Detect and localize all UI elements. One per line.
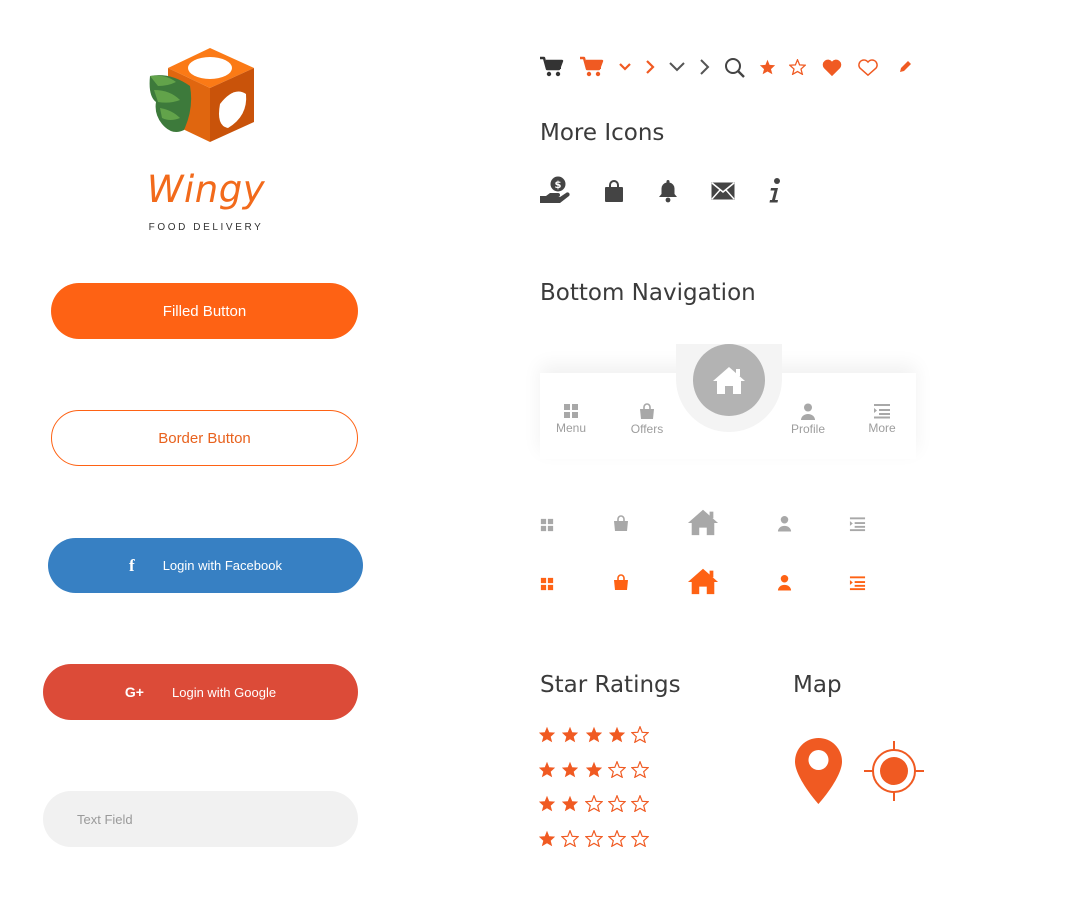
star-filled-icon[interactable]	[538, 726, 556, 743]
grid-icon	[540, 577, 554, 591]
bag-icon	[640, 403, 654, 419]
top-icon-row	[540, 56, 920, 80]
star-outline-icon[interactable]	[631, 830, 650, 848]
cart-icon[interactable]	[540, 56, 564, 78]
crosshair-location-icon	[864, 741, 924, 801]
cart-icon[interactable]	[580, 56, 604, 78]
filled-button-label: Filled Button	[162, 302, 247, 320]
home-icon	[687, 568, 719, 595]
user-icon	[777, 575, 792, 591]
user-icon	[777, 516, 792, 532]
bag-icon	[614, 515, 628, 531]
login-google-label: Login with Google	[172, 684, 277, 700]
star-filled-icon[interactable]	[608, 726, 626, 743]
nav-item-profile[interactable]: Profile	[778, 403, 838, 436]
star-ratings-list	[538, 726, 668, 856]
user-icon	[801, 403, 815, 420]
star-outline-icon[interactable]	[607, 795, 626, 813]
list-icon	[849, 517, 866, 532]
heart-outline-icon[interactable]	[857, 58, 879, 77]
border-button-label: Border Button	[158, 429, 251, 447]
home-icon	[687, 509, 719, 536]
more-icons-row: $	[540, 176, 800, 208]
login-facebook-label: Login with Facebook	[162, 558, 282, 573]
star-outline-icon[interactable]	[607, 830, 626, 848]
nav-icons-inactive-row	[540, 506, 880, 542]
nav-item-label: Menu	[555, 421, 587, 435]
list-icon	[874, 404, 890, 419]
brand-logo	[148, 46, 258, 146]
shopping-bag-icon	[605, 180, 623, 202]
star-rating-row	[538, 760, 654, 778]
border-button[interactable]: Border Button	[51, 410, 358, 466]
winged-box-logo-icon	[149, 48, 254, 142]
search-icon[interactable]	[724, 57, 746, 79]
bell-icon	[659, 180, 677, 203]
star-outline-icon[interactable]	[631, 726, 650, 743]
nav-item-offers[interactable]: Offers	[617, 403, 677, 436]
star-ratings-title: Star Ratings	[540, 672, 681, 698]
star-outline-icon[interactable]	[584, 795, 603, 813]
chevron-right-icon[interactable]	[698, 58, 710, 76]
grid-icon	[564, 404, 578, 418]
text-field[interactable]	[43, 791, 358, 847]
star-rating-row	[538, 726, 654, 743]
star-outline-icon[interactable]	[561, 830, 580, 848]
star-outline-icon[interactable]	[631, 795, 650, 813]
star-outline-icon[interactable]	[584, 830, 603, 848]
hand-coin-icon: $	[540, 176, 570, 203]
bottom-navigation-title: Bottom Navigation	[540, 280, 756, 306]
map-pin-icon	[795, 738, 842, 804]
star-filled-icon[interactable]	[538, 795, 556, 812]
nav-item-menu[interactable]: Menu	[541, 403, 601, 435]
list-icon	[849, 576, 866, 591]
star-rating-row	[538, 830, 654, 848]
bag-icon	[614, 574, 628, 590]
nav-icons-active-row	[540, 565, 880, 601]
star-outline-icon[interactable]	[607, 760, 626, 778]
login-facebook-button[interactable]: f Login with Facebook	[48, 538, 363, 593]
nav-home-button[interactable]	[693, 344, 765, 416]
nav-item-label: Profile	[790, 422, 825, 436]
star-filled-icon[interactable]	[585, 761, 603, 778]
nav-item-label: More	[868, 421, 896, 435]
mail-icon	[711, 182, 735, 200]
grid-icon	[540, 518, 554, 532]
svg-text:$: $	[555, 180, 562, 191]
chevron-right-icon[interactable]	[644, 59, 656, 75]
star-filled-icon[interactable]	[538, 830, 556, 847]
star-rating-row	[538, 795, 654, 813]
info-icon	[769, 178, 780, 203]
facebook-icon: f	[129, 555, 135, 575]
more-icons-title: More Icons	[540, 120, 665, 146]
google-plus-icon: G+	[124, 684, 144, 700]
star-filled-icon[interactable]	[561, 795, 579, 812]
brand-tagline: FOOD DELIVERY	[148, 222, 264, 233]
star-filled-icon[interactable]	[538, 761, 556, 778]
star-filled-icon[interactable]	[561, 726, 579, 743]
nav-item-more[interactable]: More	[852, 403, 912, 435]
star-filled-icon[interactable]	[585, 726, 603, 743]
chevron-down-icon[interactable]	[668, 60, 686, 72]
login-google-button[interactable]: G+ Login with Google	[43, 664, 358, 720]
filled-button[interactable]: Filled Button	[51, 283, 358, 339]
heart-filled-icon[interactable]	[821, 58, 843, 77]
star-outline-icon[interactable]	[631, 760, 650, 778]
chevron-down-icon[interactable]	[618, 61, 632, 73]
star-outline-icon[interactable]	[789, 59, 806, 75]
star-filled-icon[interactable]	[561, 761, 579, 778]
brand-name: Wingy	[146, 168, 266, 211]
map-title: Map	[793, 672, 842, 698]
star-filled-icon[interactable]	[759, 59, 776, 75]
pencil-icon[interactable]	[898, 60, 912, 74]
home-icon	[713, 367, 745, 394]
nav-item-label: Offers	[630, 422, 664, 436]
